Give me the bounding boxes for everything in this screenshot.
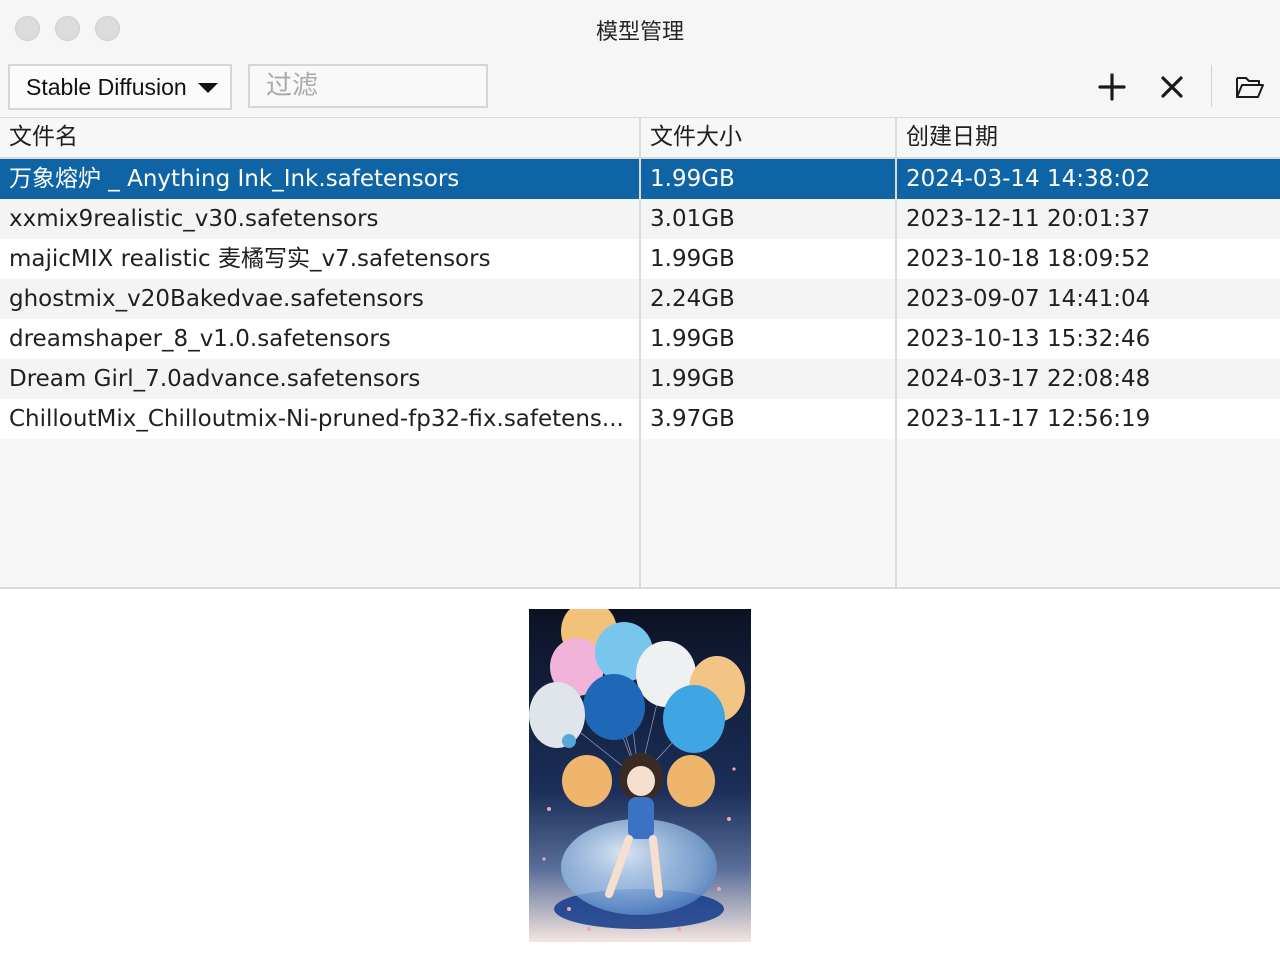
- toolbar-separator: [1211, 65, 1212, 107]
- cell-filesize: 1.99GB: [650, 166, 735, 192]
- column-divider[interactable]: [639, 118, 641, 587]
- open-folder-button[interactable]: [1228, 66, 1272, 108]
- cell-filesize: 3.01GB: [650, 206, 735, 232]
- close-icon: [1161, 76, 1183, 98]
- title-bar: 模型管理: [0, 0, 1280, 56]
- model-type-value: Stable Diffusion: [26, 73, 187, 100]
- cell-created: 2023-10-18 18:09:52: [906, 246, 1151, 272]
- cell-filename: xxmix9realistic_v30.safetensors: [9, 206, 379, 232]
- model-preview-image: [529, 609, 751, 942]
- plus-icon: [1098, 73, 1126, 101]
- column-header-created[interactable]: 创建日期: [897, 118, 998, 157]
- cell-created: 2024-03-17 22:08:48: [906, 366, 1151, 392]
- add-model-button[interactable]: [1090, 66, 1134, 108]
- column-divider[interactable]: [895, 118, 897, 587]
- cell-created: 2023-09-07 14:41:04: [906, 286, 1151, 312]
- cell-created: 2023-11-17 12:56:19: [906, 406, 1151, 432]
- cell-filesize: 1.99GB: [650, 246, 735, 272]
- cell-filename: ghostmix_v20Bakedvae.safetensors: [9, 286, 424, 312]
- column-header-filesize[interactable]: 文件大小: [641, 118, 742, 157]
- cell-filename: ChilloutMix_Chilloutmix-Ni-pruned-fp32-f…: [9, 406, 624, 432]
- model-table: 文件名 文件大小 创建日期 万象熔炉 _ Anything Ink_Ink.sa…: [0, 118, 1280, 589]
- model-type-select[interactable]: Stable Diffusion: [8, 64, 232, 110]
- cell-filename: 万象熔炉 _ Anything Ink_Ink.safetensors: [9, 166, 460, 192]
- cell-filename: Dream Girl_7.0advance.safetensors: [9, 366, 421, 392]
- window-title: 模型管理: [595, 20, 684, 45]
- cell-filesize: 1.99GB: [650, 366, 735, 392]
- cell-filename: dreamshaper_8_v1.0.safetensors: [9, 326, 391, 352]
- cell-filesize: 3.97GB: [650, 406, 735, 432]
- toolbar: Stable Diffusion: [0, 56, 1280, 118]
- delete-model-button[interactable]: [1150, 66, 1194, 108]
- column-header-filename[interactable]: 文件名: [0, 118, 78, 157]
- filter-input[interactable]: [248, 64, 488, 108]
- cell-filesize: 1.99GB: [650, 326, 735, 352]
- chevron-down-icon: [198, 83, 218, 93]
- folder-open-icon: [1236, 77, 1264, 98]
- cell-created: 2023-10-13 15:32:46: [906, 326, 1151, 352]
- cell-created: 2023-12-11 20:01:37: [906, 206, 1151, 232]
- cell-created: 2024-03-14 14:38:02: [906, 166, 1151, 192]
- cell-filename: majicMIX realistic 麦橘写实_v7.safetensors: [9, 246, 491, 272]
- cell-filesize: 2.24GB: [650, 286, 735, 312]
